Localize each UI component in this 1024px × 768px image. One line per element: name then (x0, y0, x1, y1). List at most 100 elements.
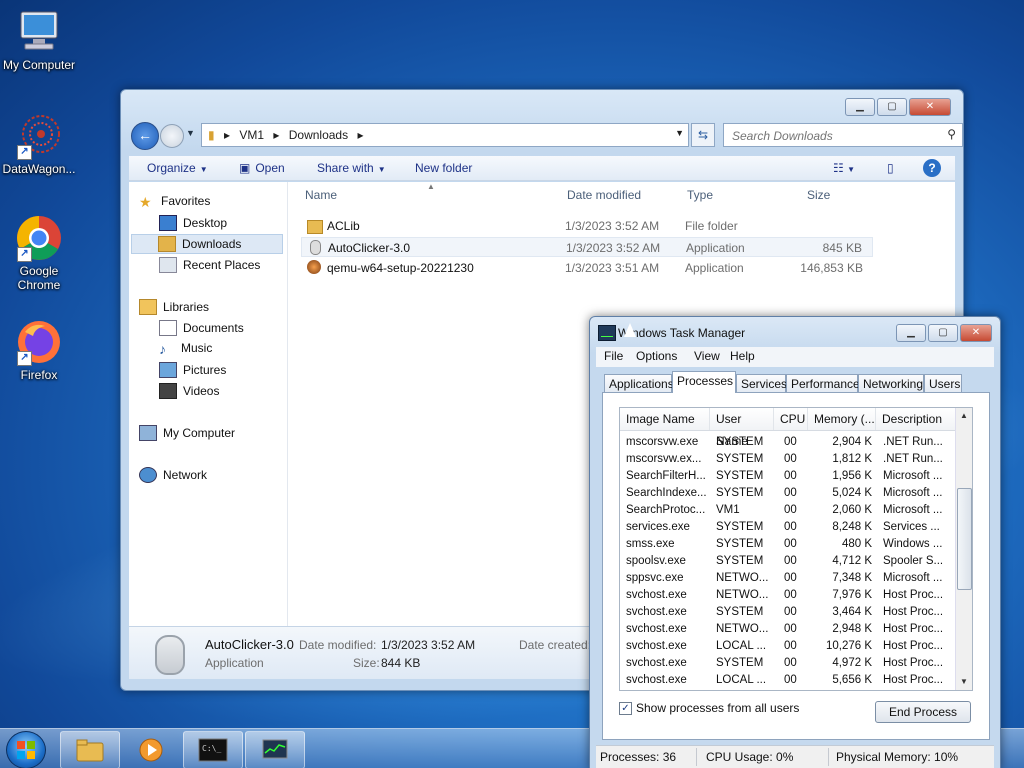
maximize-button[interactable]: ▢ (928, 324, 958, 342)
nav-pictures[interactable]: Pictures (159, 362, 226, 378)
menu-bar: File Options View Help (596, 347, 994, 367)
menu-view[interactable]: View (694, 349, 720, 363)
nav-network[interactable]: Network (139, 467, 207, 483)
process-row[interactable]: spoolsv.exe SYSTEM 00 4,712 K Spooler S... (620, 553, 956, 570)
nav-libraries[interactable]: Libraries (139, 299, 209, 315)
process-list[interactable]: Image Name User Name CPU Memory (... Des… (619, 407, 973, 691)
file-row[interactable]: ACLib 1/3/2023 3:52 AM File folder (301, 216, 873, 236)
file-row[interactable]: AutoClicker-3.0 1/3/2023 3:52 AM Applica… (301, 237, 873, 257)
star-icon: ★ (139, 194, 152, 210)
desktop-icon-firefox[interactable]: ↗ Firefox (0, 318, 78, 382)
column-header-type[interactable]: Type (687, 188, 713, 202)
column-header-description[interactable]: Description (876, 408, 956, 430)
search-input[interactable] (730, 128, 934, 144)
shortcut-arrow-icon: ↗ (17, 351, 32, 366)
menu-options[interactable]: Options (636, 349, 677, 363)
view-options-icon[interactable]: ☷ ▼ (833, 161, 855, 175)
column-header-user-name[interactable]: User Name (710, 408, 774, 448)
nav-downloads[interactable]: Downloads (131, 234, 283, 254)
tab-applications[interactable]: Applications (604, 374, 674, 392)
process-desc: Host Proc... (883, 674, 944, 686)
column-header-size[interactable]: Size (807, 188, 830, 202)
new-folder-button[interactable]: New folder (415, 161, 472, 175)
scroll-up-arrow-icon[interactable]: ▲ (956, 408, 972, 424)
process-row[interactable]: SearchProtoc... VM1 00 2,060 K Microsoft ... (620, 502, 956, 519)
end-process-button[interactable]: End Process (875, 701, 971, 723)
process-row[interactable]: svchost.exe SYSTEM 00 4,972 K Host Proc... (620, 655, 956, 672)
breadcrumb-item-vm1[interactable]: VM1 (239, 128, 264, 142)
process-row[interactable]: svchost.exe LOCAL ... 00 5,656 K Host Proc..… (620, 672, 956, 689)
minimize-button[interactable]: ▁ (896, 324, 926, 342)
search-box[interactable]: ⚲ (723, 123, 963, 147)
tab-networking[interactable]: Networking (858, 374, 924, 392)
process-row[interactable]: smss.exe SYSTEM 00 480 K Windows ... (620, 536, 956, 553)
process-row[interactable]: SearchIndexe... SYSTEM 00 5,024 K Microsoft … (620, 485, 956, 502)
process-row[interactable]: svchost.exe NETWO... 00 7,976 K Host Proc... (620, 587, 956, 604)
refresh-button[interactable]: ⇆ (691, 123, 715, 147)
taskbar-cmd-button[interactable]: C:\_ (183, 731, 243, 768)
process-row[interactable]: mscorsvw.exe SYSTEM 00 2,904 K .NET Run... (620, 434, 956, 451)
nav-recent-places[interactable]: Recent Places (159, 257, 260, 273)
nav-my-computer[interactable]: My Computer (139, 425, 235, 441)
breadcrumb-separator: ▸ (273, 128, 280, 142)
process-desc: Services ... (883, 521, 940, 533)
help-icon[interactable]: ? (923, 159, 941, 177)
folder-icon (307, 220, 323, 234)
checkbox-checkmark[interactable]: ✓ (619, 701, 632, 715)
forward-button[interactable] (160, 124, 184, 148)
process-user: SYSTEM (716, 555, 764, 567)
process-mem: 10,276 K (825, 640, 872, 652)
tab-users[interactable]: Users (924, 374, 962, 392)
process-row[interactable]: svchost.exe LOCAL ... 00 10,276 K Host Proc.… (620, 638, 956, 655)
tab-services[interactable]: Services (736, 374, 787, 392)
tab-performance[interactable]: Performance (786, 374, 860, 392)
desktop-icon-google-chrome[interactable]: ↗ Google Chrome (0, 214, 78, 292)
nav-favorites[interactable]: ★ Favorites (139, 194, 210, 210)
start-button[interactable] (6, 731, 46, 768)
column-header-name[interactable]: Name (305, 188, 337, 202)
tab-processes[interactable]: Processes (672, 371, 736, 393)
address-bar[interactable]: ▮ ▸ VM1 ▸ Downloads ▸ ▼ (201, 123, 689, 147)
process-row[interactable]: sppsvc.exe NETWO... 00 7,348 K Microsoft ... (620, 570, 956, 587)
details-date-modified-label: Date modified: (299, 638, 377, 652)
nav-music[interactable]: ♪ Music (159, 341, 212, 357)
scroll-down-arrow-icon[interactable]: ▼ (956, 674, 972, 690)
organize-button[interactable]: Organize ▼ (147, 161, 208, 175)
menu-help[interactable]: Help (730, 349, 755, 363)
process-row[interactable]: svchost.exe NETWO... 00 2,948 K Host Proc... (620, 621, 956, 638)
close-button[interactable]: ✕ (960, 324, 992, 342)
back-button[interactable]: ← (131, 122, 159, 150)
nav-documents[interactable]: Documents (159, 320, 244, 336)
show-all-processes-checkbox[interactable]: ✓ Show processes from all users (619, 701, 799, 715)
scrollbar-thumb[interactable] (957, 488, 972, 590)
share-with-button[interactable]: Share with ▼ (317, 161, 386, 175)
maximize-button[interactable]: ▢ (877, 98, 907, 116)
minimize-button[interactable]: ▁ (845, 98, 875, 116)
chevron-down-icon[interactable]: ▼ (675, 128, 684, 138)
process-row[interactable]: mscorsvw.ex... SYSTEM 00 1,812 K .NET Run... (620, 451, 956, 468)
process-mem: 7,976 K (832, 589, 872, 601)
process-row[interactable]: svchost.exe SYSTEM 00 3,464 K Host Proc... (620, 604, 956, 621)
file-row[interactable]: qemu-w64-setup-20221230 1/3/2023 3:51 AM… (301, 258, 873, 278)
menu-file[interactable]: File (604, 349, 623, 363)
open-button[interactable]: ▣ Open (239, 161, 285, 175)
breadcrumb-item-downloads[interactable]: Downloads (289, 128, 348, 142)
preview-pane-icon[interactable]: ▯ (887, 161, 894, 175)
recent-pages-dropdown[interactable]: ▼ (186, 128, 195, 138)
column-header-cpu[interactable]: CPU (774, 408, 808, 430)
column-header-date-modified[interactable]: Date modified (567, 188, 641, 202)
desktop-icon-datawagon[interactable]: ↗ DataWagon... (0, 112, 78, 176)
desktop-icon-my-computer[interactable]: My Computer (0, 8, 78, 72)
taskbar-media-player-button[interactable] (121, 731, 181, 768)
nav-videos[interactable]: Videos (159, 383, 219, 399)
column-header-image-name[interactable]: Image Name (620, 408, 710, 430)
process-row[interactable]: SearchFilterH... SYSTEM 00 1,956 K Microsoft… (620, 468, 956, 485)
column-header-memory[interactable]: Memory (... (808, 408, 876, 430)
taskbar-explorer-button[interactable] (60, 731, 120, 768)
vertical-scrollbar[interactable]: ▲ ▼ (955, 408, 972, 690)
taskbar-task-manager-button[interactable] (245, 731, 305, 768)
process-row[interactable]: services.exe SYSTEM 00 8,248 K Services ... (620, 519, 956, 536)
process-image: smss.exe (626, 538, 675, 550)
close-button[interactable]: ✕ (909, 98, 951, 116)
nav-desktop[interactable]: Desktop (159, 215, 227, 231)
